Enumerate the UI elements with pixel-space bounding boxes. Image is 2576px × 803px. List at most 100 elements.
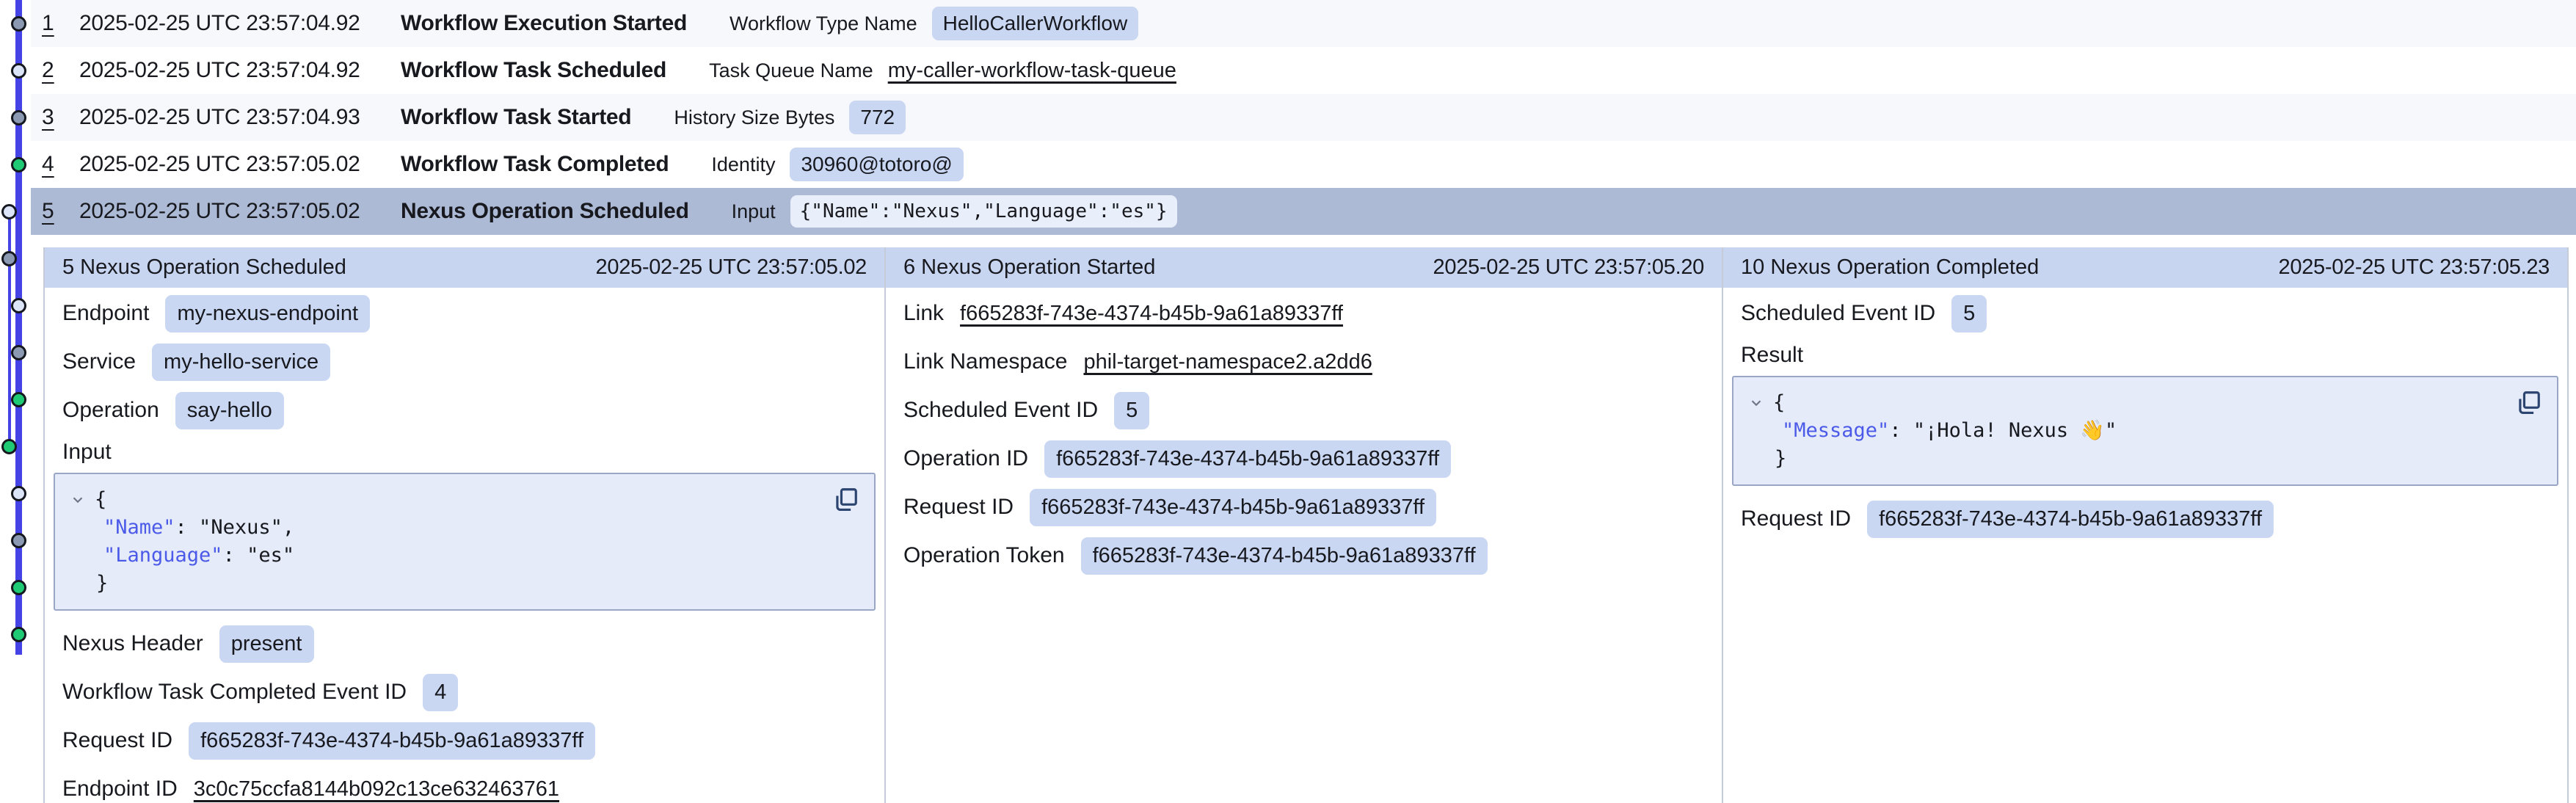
field-label: Service bbox=[62, 349, 136, 374]
event-id-link[interactable]: 1 bbox=[42, 11, 79, 36]
json-value: : "¡Hola! Nexus 👋" bbox=[1889, 419, 2117, 442]
timeline-marker bbox=[1, 204, 17, 219]
field-badge: say-hello bbox=[175, 392, 284, 429]
field-badge: 5 bbox=[1951, 295, 1987, 333]
timeline-marker bbox=[1, 439, 17, 454]
event-name: Workflow Task Completed bbox=[401, 152, 669, 177]
json-line: "Message": "¡Hola! Nexus 👋" bbox=[1748, 417, 2542, 445]
event-name: Workflow Task Started bbox=[401, 105, 631, 130]
json-collapse-toggle[interactable] bbox=[1748, 395, 1766, 411]
detail-field: Link Namespacephil-target-namespace2.a2d… bbox=[903, 338, 1704, 386]
panel-title: 10 Nexus Operation Completed bbox=[1741, 255, 2039, 280]
event-detail-panel: 6 Nexus Operation Started 2025-02-25 UTC… bbox=[884, 247, 1722, 803]
event-id-link[interactable]: 2 bbox=[42, 58, 79, 83]
event-detail-panel: 10 Nexus Operation Completed 2025-02-25 … bbox=[1722, 247, 2567, 803]
field-label: Operation Token bbox=[903, 543, 1065, 568]
field-label: Link bbox=[903, 301, 944, 326]
field-badge: present bbox=[219, 625, 314, 663]
event-attribute-link[interactable]: my-caller-workflow-task-queue bbox=[888, 59, 1176, 83]
event-timestamp: 2025-02-25 UTC 23:57:04.93 bbox=[79, 105, 401, 130]
event-attribute-badge: HelloCallerWorkflow bbox=[932, 7, 1139, 40]
field-label: Endpoint bbox=[62, 301, 149, 326]
panel-title: 5 Nexus Operation Scheduled bbox=[62, 255, 346, 280]
event-attribute-badge: 772 bbox=[849, 101, 906, 134]
field-badge: f665283f-743e-4374-b45b-9a61a89337ff bbox=[1030, 489, 1436, 526]
event-name: Nexus Operation Scheduled bbox=[401, 199, 689, 224]
field-label: Endpoint ID bbox=[62, 777, 178, 802]
event-id-link[interactable]: 4 bbox=[42, 152, 79, 177]
field-label: Request ID bbox=[1741, 506, 1851, 531]
copy-icon bbox=[832, 486, 859, 514]
timeline-marker bbox=[11, 392, 26, 407]
timeline-marker bbox=[11, 345, 26, 360]
detail-field: Request IDf665283f-743e-4374-b45b-9a61a8… bbox=[903, 483, 1704, 531]
field-badge: 4 bbox=[423, 674, 458, 711]
detail-field: Request ID f665283f-743e-4374-b45b-9a61a8… bbox=[1741, 495, 2550, 543]
json-viewer: {"Name": "Nexus","Language": "es"} bbox=[54, 473, 876, 611]
panel-header: 5 Nexus Operation Scheduled 2025-02-25 U… bbox=[45, 247, 884, 288]
field-badge: 5 bbox=[1114, 392, 1149, 429]
event-attribute-badge: 30960@totoro@ bbox=[790, 148, 963, 181]
event-timestamp: 2025-02-25 UTC 23:57:04.92 bbox=[79, 11, 401, 36]
detail-field: Link f665283f-743e-4374-b45b-9a61a89337ff bbox=[903, 289, 1704, 338]
event-timestamp: 2025-02-25 UTC 23:57:05.02 bbox=[79, 199, 401, 224]
event-timestamp: 2025-02-25 UTC 23:57:05.02 bbox=[79, 152, 401, 177]
json-line: "Name": "Nexus", bbox=[70, 514, 859, 542]
field-link[interactable]: phil-target-namespace2.a2dd6 bbox=[1083, 350, 1372, 374]
event-attribute-label: Input bbox=[732, 200, 776, 223]
field-label: Request ID bbox=[62, 728, 172, 753]
field-badge: my-hello-service bbox=[152, 344, 330, 381]
event-id-link[interactable]: 3 bbox=[42, 105, 79, 130]
event-attribute-label: History Size Bytes bbox=[674, 106, 834, 129]
panel-header: 6 Nexus Operation Started 2025-02-25 UTC… bbox=[886, 247, 1722, 288]
event-timestamp: 2025-02-25 UTC 23:57:04.92 bbox=[79, 58, 401, 83]
field-badge: f665283f-743e-4374-b45b-9a61a89337ff bbox=[189, 722, 595, 760]
event-row[interactable]: 2 2025-02-25 UTC 23:57:04.92 Workflow Ta… bbox=[31, 47, 2576, 94]
timeline-marker bbox=[11, 16, 26, 32]
chevron-down-icon bbox=[1748, 395, 1764, 411]
timeline-marker bbox=[11, 298, 26, 313]
detail-field: Operationsay-hello bbox=[62, 386, 867, 435]
timeline-marker bbox=[11, 580, 26, 595]
event-row[interactable]: 5 2025-02-25 UTC 23:57:05.02 Nexus Opera… bbox=[31, 188, 2576, 235]
timeline-main-line bbox=[15, 0, 22, 655]
panel-header: 10 Nexus Operation Completed 2025-02-25 … bbox=[1723, 247, 2567, 288]
timeline-marker bbox=[11, 486, 26, 501]
event-detail-panel: 5 Nexus Operation Scheduled 2025-02-25 U… bbox=[43, 247, 884, 803]
event-attribute-label: Task Queue Name bbox=[709, 59, 873, 82]
event-row[interactable]: 3 2025-02-25 UTC 23:57:04.93 Workflow Ta… bbox=[31, 94, 2576, 141]
field-badge: f665283f-743e-4374-b45b-9a61a89337ff bbox=[1867, 501, 2274, 538]
field-link[interactable]: f665283f-743e-4374-b45b-9a61a89337ff bbox=[960, 302, 1343, 326]
event-attribute-badge: {"Name":"Nexus","Language":"es"} bbox=[790, 195, 1177, 228]
field-link[interactable]: 3c0c75ccfa8144b092c13ce632463761 bbox=[194, 777, 559, 802]
timeline-marker bbox=[11, 627, 26, 642]
panel-title: 6 Nexus Operation Started bbox=[903, 255, 1155, 280]
event-row[interactable]: 1 2025-02-25 UTC 23:57:04.92 Workflow Ex… bbox=[31, 0, 2576, 47]
event-attribute-label: Workflow Type Name bbox=[729, 12, 917, 35]
field-badge: f665283f-743e-4374-b45b-9a61a89337ff bbox=[1044, 440, 1451, 478]
panel-timestamp: 2025-02-25 UTC 23:57:05.02 bbox=[596, 255, 867, 280]
detail-field: Service my-hello-service bbox=[62, 338, 867, 386]
copy-button[interactable] bbox=[832, 486, 859, 514]
copy-icon bbox=[2514, 389, 2542, 417]
timeline-marker bbox=[11, 157, 26, 172]
event-detail-panels: 5 Nexus Operation Scheduled 2025-02-25 U… bbox=[43, 247, 2569, 803]
event-history-list: 1 2025-02-25 UTC 23:57:04.92 Workflow Ex… bbox=[31, 0, 2576, 235]
detail-field: Scheduled Event ID5 bbox=[903, 386, 1704, 435]
event-row[interactable]: 4 2025-02-25 UTC 23:57:05.02 Workflow Ta… bbox=[31, 141, 2576, 188]
timeline-marker bbox=[11, 110, 26, 126]
timeline-marker bbox=[1, 251, 17, 266]
field-badge: my-nexus-endpoint bbox=[165, 295, 370, 333]
event-attribute-label: Identity bbox=[711, 153, 775, 176]
json-value: : "Nexus", bbox=[175, 516, 295, 539]
copy-button[interactable] bbox=[2514, 389, 2542, 417]
event-name: Workflow Execution Started bbox=[401, 11, 687, 36]
detail-field: Workflow Task Completed Event ID4 bbox=[62, 668, 867, 716]
timeline-marker bbox=[11, 533, 26, 548]
event-id-link[interactable]: 5 bbox=[42, 199, 79, 224]
json-key: "Language" bbox=[103, 544, 223, 567]
json-collapse-toggle[interactable] bbox=[70, 492, 87, 508]
json-viewer: {"Message": "¡Hola! Nexus 👋"} bbox=[1732, 376, 2558, 486]
json-line: "Language": "es" bbox=[70, 542, 859, 570]
event-name: Workflow Task Scheduled bbox=[401, 58, 666, 83]
